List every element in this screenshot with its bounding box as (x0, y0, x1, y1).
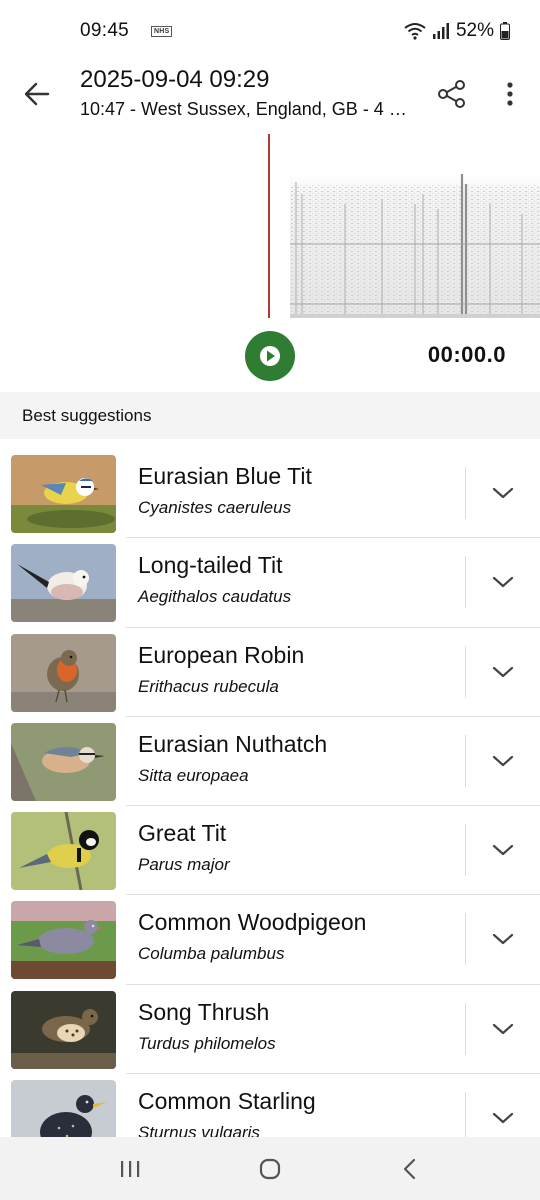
list-item[interactable]: Common Woodpigeon Columba palumbus (0, 895, 540, 985)
expand-button[interactable] (480, 1009, 526, 1049)
section-header: Best suggestions (0, 392, 540, 439)
chevron-down-icon (492, 755, 514, 766)
common-name: Long-tailed Tit (138, 552, 283, 579)
divider (465, 734, 466, 787)
recents-button[interactable] (100, 1144, 160, 1194)
status-bar: 09:45 NHS 52% (0, 0, 540, 62)
section-label: Best suggestions (22, 405, 152, 425)
expand-button[interactable] (480, 741, 526, 781)
page-title: 2025-09-04 09:29 (80, 66, 270, 93)
suggestions-list: Eurasian Blue Tit Cyanistes caeruleus Lo… (0, 449, 540, 1137)
share-icon (438, 80, 465, 108)
play-icon (260, 346, 280, 366)
battery-percent: 52% (455, 20, 494, 41)
back-button[interactable] (18, 76, 56, 112)
bird-names: Common Starling Sturnus vulgaris (138, 1088, 316, 1137)
bird-photo-nuthatch (11, 722, 116, 801)
bird-photo-woodpigeon (11, 901, 116, 980)
player-controls: 00:00.0 (0, 328, 540, 384)
bird-photo-long-tailed-tit (11, 544, 116, 623)
common-name: Great Tit (138, 820, 227, 847)
expand-button[interactable] (480, 562, 526, 602)
more-vert-icon (507, 82, 513, 106)
list-item[interactable]: Song Thrush Turdus philomelos (0, 985, 540, 1075)
signal-icon (432, 23, 449, 39)
playhead-line[interactable] (268, 134, 270, 318)
bird-names: Long-tailed Tit Aegithalos caudatus (138, 552, 291, 607)
divider (465, 1092, 466, 1137)
status-indicators: 52% (404, 20, 510, 42)
common-name: Eurasian Blue Tit (138, 463, 312, 489)
scientific-name: Erithacus rubecula (138, 676, 279, 696)
expand-button[interactable] (480, 919, 526, 959)
status-time: 09:45 (80, 20, 130, 41)
chevron-down-icon (492, 934, 514, 945)
bird-names: Eurasian Blue Tit Cyanistes caeruleus (138, 463, 312, 518)
battery-icon (500, 22, 510, 40)
list-item[interactable]: Eurasian Blue Tit Cyanistes caeruleus (0, 449, 540, 539)
common-name: Common Woodpigeon (138, 909, 367, 936)
divider (465, 1002, 466, 1055)
recents-icon (121, 1160, 140, 1177)
page-subtitle: 10:47 - West Sussex, England, GB - 4 S..… (80, 99, 412, 119)
spectrogram-view[interactable] (0, 134, 540, 320)
divider (465, 913, 466, 966)
playback-time: 00:00.0 (427, 342, 506, 367)
scientific-name: Cyanistes caeruleus (138, 498, 292, 517)
nhs-app-icon: NHS (151, 25, 173, 37)
bird-names: Great Tit Parus major (138, 820, 230, 875)
list-item[interactable]: Great Tit Parus major (0, 806, 540, 896)
bird-photo-great-tit (11, 812, 116, 891)
more-options-button[interactable] (492, 76, 528, 112)
spectrogram-image (290, 174, 540, 318)
home-icon (259, 1158, 281, 1179)
common-name: Common Starling (138, 1088, 316, 1115)
list-item[interactable]: Long-tailed Tit Aegithalos caudatus (0, 538, 540, 628)
bird-names: European Robin Erithacus rubecula (138, 642, 304, 697)
bird-photo-song-thrush (11, 990, 116, 1069)
list-item[interactable]: Eurasian Nuthatch Sitta europaea (0, 717, 540, 807)
scientific-name: Parus major (138, 855, 230, 875)
chevron-down-icon (492, 845, 514, 856)
app-bar: 2025-09-04 09:29 10:47 - West Sussex, En… (0, 62, 540, 126)
bird-photo-blue-tit (11, 455, 116, 533)
system-back-button[interactable] (380, 1144, 440, 1194)
play-button[interactable] (245, 331, 295, 381)
scientific-name: Sturnus vulgaris (138, 1123, 260, 1137)
chevron-down-icon (492, 1112, 514, 1124)
back-arrow-icon (24, 82, 50, 106)
share-button[interactable] (432, 76, 472, 112)
back-icon (403, 1158, 416, 1179)
divider (465, 556, 466, 609)
chevron-down-icon (492, 577, 514, 588)
expand-button[interactable] (480, 830, 526, 870)
list-item[interactable]: European Robin Erithacus rubecula (0, 628, 540, 717)
chevron-down-icon (492, 1023, 514, 1034)
divider (465, 824, 466, 877)
common-name: European Robin (138, 641, 305, 668)
divider (465, 467, 466, 519)
bird-names: Song Thrush Turdus philomelos (138, 999, 276, 1054)
common-name: Eurasian Nuthatch (138, 730, 328, 757)
wifi-icon (404, 23, 426, 40)
scientific-name: Turdus philomelos (138, 1033, 276, 1053)
bird-photo-starling (11, 1080, 116, 1137)
chevron-down-icon (492, 487, 514, 499)
expand-button[interactable] (480, 1098, 526, 1137)
bird-names: Common Woodpigeon Columba palumbus (138, 909, 366, 964)
common-name: Song Thrush (138, 998, 270, 1025)
list-item[interactable]: Common Starling Sturnus vulgaris (0, 1074, 540, 1137)
bird-photo-robin (11, 633, 116, 712)
scientific-name: Aegithalos caudatus (138, 587, 292, 607)
divider (465, 645, 466, 698)
system-nav-bar (0, 1137, 540, 1200)
scientific-name: Sitta europaea (138, 765, 249, 785)
expand-button[interactable] (480, 652, 526, 692)
bird-names: Eurasian Nuthatch Sitta europaea (138, 731, 327, 786)
expand-button[interactable] (480, 473, 526, 513)
scientific-name: Columba palumbus (138, 944, 285, 964)
home-button[interactable] (240, 1144, 300, 1194)
chevron-down-icon (492, 666, 514, 677)
